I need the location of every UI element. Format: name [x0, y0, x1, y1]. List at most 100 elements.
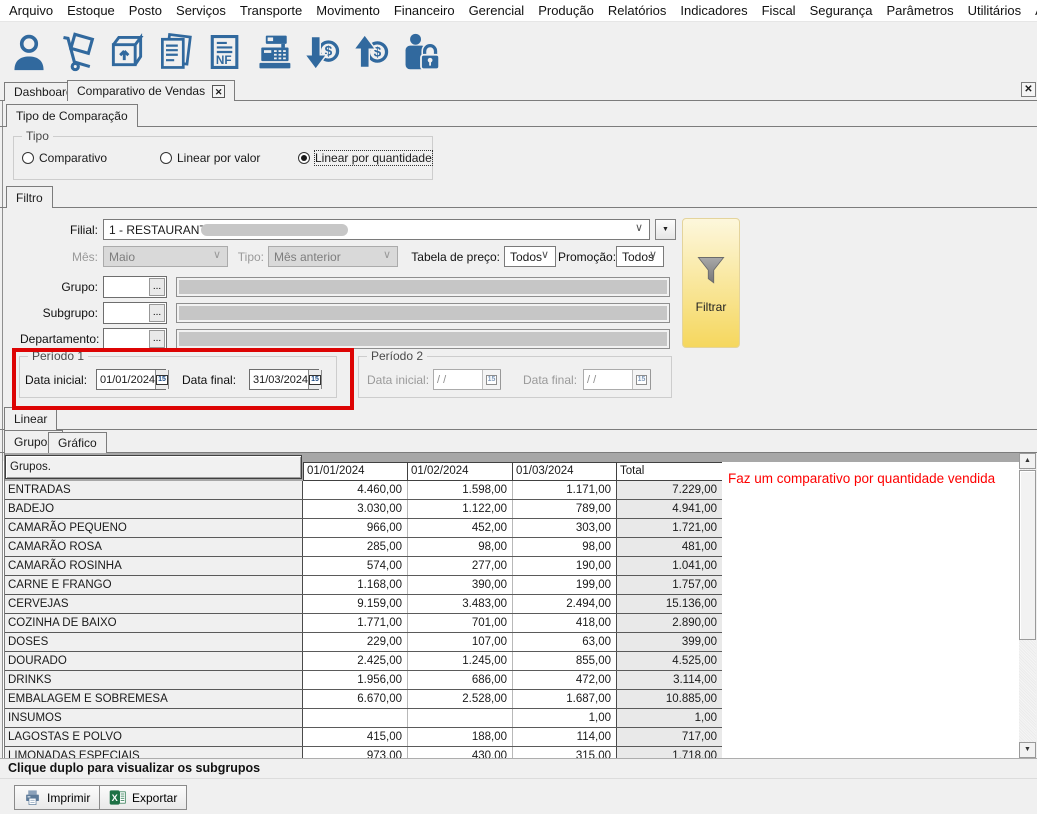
menu-item[interactable]: Ajuda	[1028, 0, 1037, 22]
column-header[interactable]: 01/03/2024	[513, 462, 617, 481]
table-row[interactable]: DRINKS1.956,00686,00472,003.114,00	[5, 671, 722, 690]
menu-item[interactable]: Parâmetros	[879, 0, 960, 22]
value-cell: 686,00	[408, 671, 513, 689]
table-row[interactable]: LAGOSTAS E POLVO415,00188,00114,00717,00	[5, 728, 722, 747]
tabela-preco-select[interactable]: Todos ∨	[504, 246, 556, 267]
close-tab-icon[interactable]: ✕	[212, 85, 225, 98]
departamento-input[interactable]: ...	[103, 328, 167, 350]
close-all-tabs-icon[interactable]: ✕	[1021, 82, 1036, 97]
filial-dropdown-button[interactable]: ▼	[655, 219, 676, 240]
vertical-scrollbar[interactable]: ▲ ▼	[1019, 453, 1036, 758]
table-row[interactable]: CAMARÃO ROSINHA574,00277,00190,001.041,0…	[5, 557, 722, 576]
table-row[interactable]: DOURADO2.425,001.245,00855,004.525,00	[5, 652, 722, 671]
tab-filtro[interactable]: Filtro	[6, 186, 53, 208]
scroll-up-icon[interactable]: ▲	[1019, 453, 1036, 469]
value-cell: 190,00	[513, 557, 617, 575]
menu-item[interactable]: Produção	[531, 0, 601, 22]
cash-register-icon[interactable]	[254, 30, 294, 74]
calendar-icon: 15	[156, 375, 168, 385]
radio-icon[interactable]	[160, 152, 172, 164]
radio-icon[interactable]	[298, 152, 310, 164]
invoice-icon[interactable]	[156, 30, 196, 74]
hand-truck-icon[interactable]	[58, 30, 98, 74]
calendar-button[interactable]: 15	[308, 370, 321, 389]
table-row[interactable]: CARNE E FRANGO1.168,00390,00199,001.757,…	[5, 576, 722, 595]
table-row[interactable]: LIMONADAS ESPECIAIS973,00430,00315,001.7…	[5, 747, 722, 758]
grupo-browse-button[interactable]: ...	[149, 278, 165, 296]
calendar-icon: 15	[486, 375, 498, 385]
table-row[interactable]: CAMARÃO PEQUENO966,00452,00303,001.721,0…	[5, 519, 722, 538]
value-cell: 277,00	[408, 557, 513, 575]
svg-text:X: X	[112, 793, 119, 803]
column-header[interactable]: 01/01/2024	[303, 462, 408, 481]
menu-item[interactable]: Financeiro	[387, 0, 462, 22]
menu-item[interactable]: Fiscal	[755, 0, 803, 22]
filtrar-button[interactable]: Filtrar	[682, 218, 740, 348]
table-row[interactable]: CAMARÃO ROSA285,0098,0098,00481,00	[5, 538, 722, 557]
column-header-total[interactable]: Total	[617, 462, 722, 481]
column-header-grupos[interactable]: Grupos.	[5, 455, 302, 479]
grupo-input[interactable]: ...	[103, 276, 167, 298]
money-up-icon[interactable]: $	[352, 30, 392, 74]
excel-icon: X	[109, 789, 126, 806]
imprimir-button[interactable]: Imprimir	[14, 785, 100, 810]
radio-option[interactable]: Linear por quantidade	[298, 151, 432, 165]
radio-option[interactable]: Comparativo	[22, 151, 107, 165]
package-icon[interactable]	[107, 30, 147, 74]
value-cell: 4.941,00	[617, 500, 722, 518]
table-row[interactable]: INSUMOS1,001,00	[5, 709, 722, 728]
departamento-browse-button[interactable]: ...	[149, 330, 165, 348]
tab-divider	[0, 207, 1037, 208]
money-down-icon[interactable]: $	[303, 30, 343, 74]
calendar-button[interactable]: 15	[155, 370, 168, 389]
grupo-label: Grupo:	[20, 280, 98, 294]
menu-item[interactable]: Gerencial	[462, 0, 532, 22]
radio-option[interactable]: Linear por valor	[160, 151, 260, 165]
menu-item[interactable]: Estoque	[60, 0, 122, 22]
tab-tipo-de-comparacao[interactable]: Tipo de Comparação	[6, 104, 138, 127]
tab-linear[interactable]: Linear	[4, 407, 57, 430]
redacted-branch-name	[201, 224, 348, 236]
table-row[interactable]: CERVEJAS9.159,003.483,002.494,0015.136,0…	[5, 595, 722, 614]
filtrar-label: Filtrar	[696, 300, 727, 314]
user-lock-icon[interactable]	[401, 30, 441, 74]
promocao-select[interactable]: Todos ∨	[616, 246, 664, 267]
data-inicial-input[interactable]: 01/01/2024 15	[96, 369, 166, 390]
table-row[interactable]: COZINHA DE BAIXO1.771,00701,00418,002.89…	[5, 614, 722, 633]
menu-item[interactable]: Relatórios	[601, 0, 674, 22]
scrollbar-thumb[interactable]	[1019, 470, 1036, 640]
filial-select[interactable]: 1 - RESTAURANTE ∨	[103, 219, 650, 240]
menu-item[interactable]: Movimento	[309, 0, 387, 22]
user-icon[interactable]	[9, 30, 49, 74]
value-cell: 701,00	[408, 614, 513, 632]
value-cell: 966,00	[303, 519, 408, 537]
nf-invoice-icon[interactable]: NF	[205, 30, 245, 74]
menu-item[interactable]: Indicadores	[673, 0, 754, 22]
tab-grafico[interactable]: Gráfico	[48, 432, 107, 453]
table-row[interactable]: ENTRADAS4.460,001.598,001.171,007.229,00	[5, 481, 722, 500]
group-name-cell: DRINKS	[5, 671, 303, 689]
radio-icon[interactable]	[22, 152, 34, 164]
menu-item[interactable]: Utilitários	[961, 0, 1028, 22]
app-window: ArquivoEstoquePostoServiçosTransporteMov…	[0, 0, 1037, 814]
value-cell: 229,00	[303, 633, 408, 651]
data-final-input[interactable]: 31/03/2024 15	[249, 369, 319, 390]
menu-item[interactable]: Arquivo	[2, 0, 60, 22]
exportar-button[interactable]: X Exportar	[99, 785, 187, 810]
table-row[interactable]: DOSES229,00107,0063,00399,00	[5, 633, 722, 652]
column-header[interactable]: 01/02/2024	[408, 462, 513, 481]
tab-comparativo-de-vendas[interactable]: Comparativo de Vendas ✕	[67, 80, 235, 101]
menu-item[interactable]: Serviços	[169, 0, 233, 22]
subgrupo-browse-button[interactable]: ...	[149, 304, 165, 322]
table-row[interactable]: EMBALAGEM E SOBREMESA6.670,002.528,001.6…	[5, 690, 722, 709]
scroll-down-icon[interactable]: ▼	[1019, 742, 1036, 758]
data-final-input-2: / / 15	[583, 369, 651, 390]
menu-item[interactable]: Segurança	[803, 0, 880, 22]
subgrupo-input[interactable]: ...	[103, 302, 167, 324]
mes-select: Maio ∨	[103, 246, 228, 267]
table-row[interactable]: BADEJO3.030,001.122,00789,004.941,00	[5, 500, 722, 519]
menu-item[interactable]: Posto	[122, 0, 169, 22]
menu-item[interactable]: Transporte	[233, 0, 309, 22]
value-cell: 2.890,00	[617, 614, 722, 632]
value-cell	[303, 709, 408, 727]
